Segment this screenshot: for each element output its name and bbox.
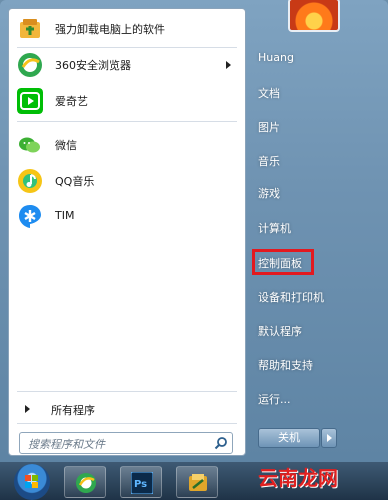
uninstall-tool-icon (20, 19, 40, 38)
program-360-browser[interactable]: 360安全浏览器 (13, 49, 241, 81)
program-wechat[interactable]: 微信 (13, 129, 241, 161)
start-menu: 强力卸载电脑上的软件 360安全浏览器 爱奇艺 微信 QQ音乐 TIM 所有程序… (0, 0, 388, 462)
360-browser-icon (76, 473, 96, 493)
submenu-arrow-icon[interactable] (226, 61, 231, 69)
right-item-label: 文档 (258, 87, 280, 100)
program-tim[interactable]: TIM (13, 201, 241, 233)
program-uninstall-tool[interactable]: 强力卸载电脑上的软件 (13, 13, 241, 45)
shutdown-options-button[interactable] (321, 428, 337, 448)
control-panel-highlight (252, 249, 314, 275)
divider (17, 47, 237, 48)
360-browser-icon (18, 53, 42, 77)
program-label: 360安全浏览器 (55, 59, 131, 72)
program-qq-music[interactable]: QQ音乐 (13, 165, 241, 197)
program-label: TIM (55, 209, 75, 222)
windows-logo-icon (25, 475, 38, 488)
program-label: QQ音乐 (55, 175, 95, 188)
divider (17, 423, 237, 424)
user-avatar[interactable] (288, 0, 340, 32)
shutdown-button[interactable]: 关机 (258, 428, 320, 448)
program-label: 强力卸载电脑上的软件 (55, 23, 165, 36)
taskbar-360-browser[interactable] (64, 466, 106, 498)
qq-music-icon (18, 169, 42, 193)
file-manager-icon (189, 474, 207, 491)
divider (17, 391, 237, 392)
search-box[interactable] (19, 432, 233, 454)
right-item-label: 默认程序 (258, 325, 302, 338)
programs-panel: 强力卸载电脑上的软件 360安全浏览器 爱奇艺 微信 QQ音乐 TIM 所有程序… (8, 8, 246, 456)
wechat-icon (18, 133, 42, 157)
all-programs-label: 所有程序 (51, 404, 95, 417)
photoshop-text: Ps (134, 479, 147, 490)
watermark-text: 云南龙网 (258, 466, 338, 490)
right-item-label: 计算机 (258, 222, 291, 235)
right-item-label: 设备和打印机 (258, 291, 324, 304)
search-icon[interactable] (214, 436, 228, 450)
expand-arrow-icon (25, 405, 30, 413)
taskbar-photoshop[interactable]: Ps (120, 466, 162, 498)
taskbar-file-manager[interactable] (176, 466, 218, 498)
photoshop-icon: Ps (131, 472, 153, 494)
search-input[interactable] (26, 435, 210, 453)
right-item-label: Huang (258, 51, 294, 64)
right-item-label: 游戏 (258, 187, 280, 200)
right-item-label: 图片 (258, 121, 280, 134)
right-item-label: 音乐 (258, 155, 280, 168)
program-iqiyi[interactable]: 爱奇艺 (13, 85, 241, 117)
all-programs-button[interactable]: 所有程序 (13, 397, 241, 421)
right-item-label: 帮助和支持 (258, 359, 313, 372)
iqiyi-icon (17, 88, 43, 114)
chevron-right-icon (327, 434, 332, 442)
divider (17, 121, 237, 122)
right-item-label: 运行... (258, 393, 291, 406)
tim-icon (19, 205, 41, 228)
start-button[interactable] (14, 464, 50, 500)
program-label: 爱奇艺 (55, 95, 88, 108)
program-label: 微信 (55, 139, 77, 152)
